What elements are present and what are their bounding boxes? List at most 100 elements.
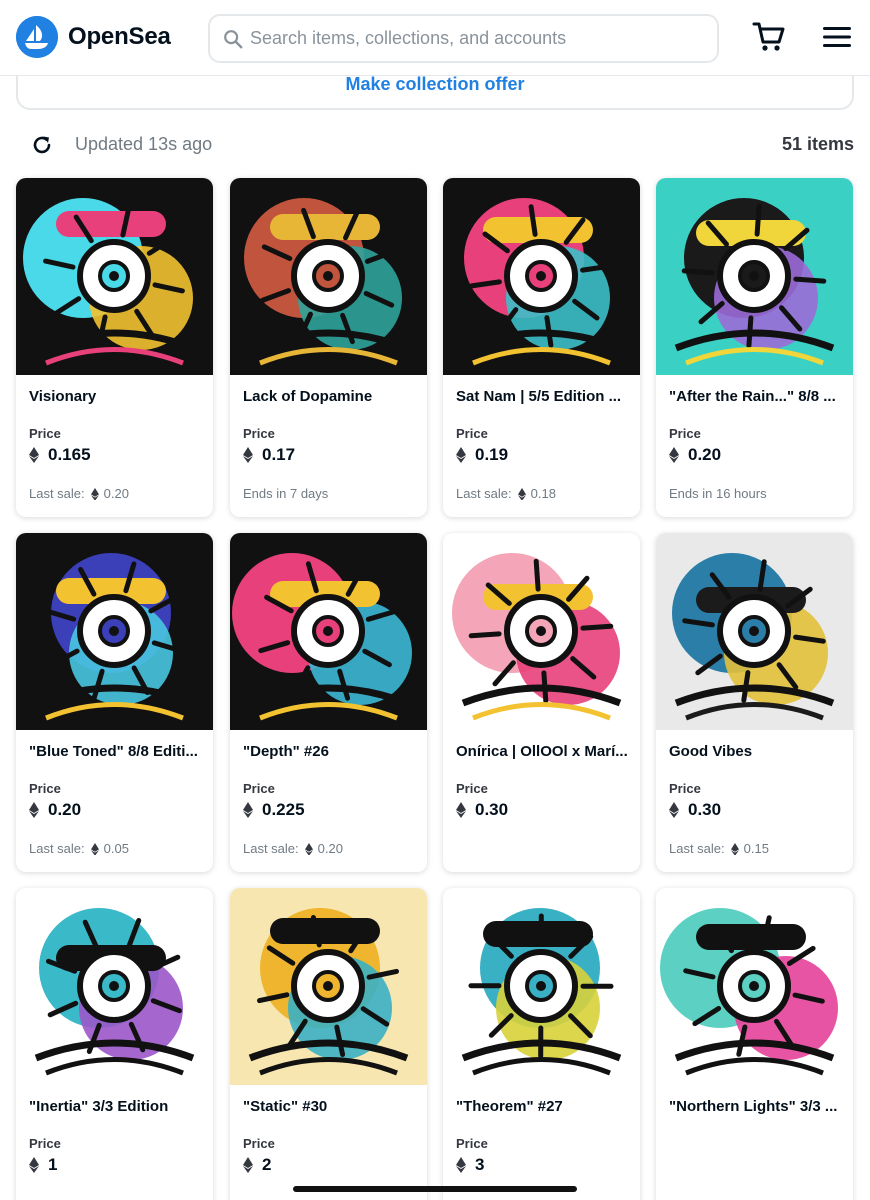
last-sale-value: 0.20	[317, 841, 343, 856]
top-header: OpenSea	[0, 0, 870, 76]
item-card[interactable]: Visionary Price 0.165 Last sale: 0.20	[16, 178, 213, 517]
item-name[interactable]: "Blue Toned" 8/8 Editi...	[29, 743, 204, 760]
price-label: Price	[29, 781, 61, 796]
nft-artwork-image[interactable]	[16, 533, 213, 730]
item-card[interactable]: Good Vibes Price 0.30 Last sale: 0.15	[656, 533, 853, 872]
nft-artwork-image[interactable]	[230, 888, 427, 1085]
item-card[interactable]: "Blue Toned" 8/8 Editi... Price 0.20 Last s…	[16, 533, 213, 872]
last-sale-value: 0.05	[103, 841, 129, 856]
ethereum-icon	[90, 487, 99, 501]
item-price: 0.19	[456, 445, 508, 465]
ethereum-icon	[29, 802, 39, 818]
item-card[interactable]: Sat Nam | 5/5 Edition ... Price 0.19 Last s…	[443, 178, 640, 517]
price-value: 0.20	[688, 445, 722, 464]
price-label: Price	[243, 1136, 275, 1151]
price-label: Price	[243, 426, 275, 441]
nft-artwork-image[interactable]	[443, 888, 640, 1085]
meta-text: Last sale:	[456, 486, 512, 501]
meta-text: Ends in 7 days	[243, 486, 329, 501]
nft-artwork-image[interactable]	[656, 178, 853, 375]
item-name[interactable]: Lack of Dopamine	[243, 388, 418, 405]
item-price: 0.30	[669, 800, 721, 820]
brand-name[interactable]: OpenSea	[68, 23, 171, 51]
search-input[interactable]	[250, 16, 710, 61]
item-name[interactable]: Sat Nam | 5/5 Edition ...	[456, 388, 631, 405]
item-meta: Last sale: 0.20	[29, 486, 129, 501]
item-count: 51 items	[781, 134, 854, 154]
item-name[interactable]: Visionary	[29, 388, 204, 405]
nft-artwork-image[interactable]	[656, 888, 853, 1085]
item-card[interactable]: "Theorem" #27 Price 3	[443, 888, 640, 1200]
price-label: Price	[456, 781, 488, 796]
meta-text: Last sale:	[243, 841, 299, 856]
refresh-icon[interactable]	[30, 133, 54, 157]
price-value: 0.30	[475, 800, 509, 819]
item-card[interactable]: "Inertia" 3/3 Edition Price 1	[16, 888, 213, 1200]
offer-button-label: Make collection offer	[345, 74, 525, 94]
nft-artwork-image[interactable]	[230, 533, 427, 730]
item-name[interactable]: Onírica | OllOOl x Marí...	[456, 743, 631, 760]
price-value: 0.20	[48, 800, 82, 819]
meta-text: Ends in 16 hours	[669, 486, 767, 501]
search-bar[interactable]	[208, 14, 719, 63]
nft-artwork-image[interactable]	[443, 178, 640, 375]
item-card[interactable]: Onírica | OllOOl x Marí... Price 0.30	[443, 533, 640, 872]
item-price: 1	[29, 1155, 57, 1175]
opensea-logo-icon[interactable]	[16, 16, 58, 58]
item-card[interactable]: "Static" #30 Price 2	[230, 888, 427, 1200]
item-name[interactable]: "Northern Lights" 3/3 ...	[669, 1098, 844, 1115]
item-card[interactable]: "Northern Lights" 3/3 ...	[656, 888, 853, 1200]
item-meta: Last sale: 0.05	[29, 841, 129, 856]
price-value: 2	[262, 1155, 272, 1174]
search-icon	[224, 30, 243, 49]
item-name[interactable]: "Inertia" 3/3 Edition	[29, 1098, 204, 1115]
price-label: Price	[29, 1136, 61, 1151]
item-price: 0.165	[29, 445, 91, 465]
item-price: 0.17	[243, 445, 295, 465]
ethereum-icon	[29, 447, 39, 463]
item-meta: Ends in 16 hours	[669, 486, 767, 501]
item-name[interactable]: "Theorem" #27	[456, 1098, 631, 1115]
nft-artwork-image[interactable]	[656, 533, 853, 730]
item-meta: Last sale: 0.20	[243, 841, 343, 856]
meta-text: Last sale:	[29, 486, 85, 501]
item-card[interactable]: "Depth" #26 Price 0.225 Last sale: 0.20	[230, 533, 427, 872]
item-meta: Ends in 7 days	[243, 486, 328, 501]
price-label: Price	[243, 781, 275, 796]
price-label: Price	[456, 1136, 488, 1151]
last-updated-text: Updated 13s ago	[75, 134, 213, 154]
ethereum-icon	[517, 487, 526, 501]
price-value: 0.17	[262, 445, 296, 464]
price-label: Price	[669, 781, 701, 796]
ethereum-icon	[243, 802, 253, 818]
item-name[interactable]: "After the Rain..." 8/8 ...	[669, 388, 844, 405]
nft-artwork-image[interactable]	[16, 888, 213, 1085]
ethereum-icon	[456, 1157, 466, 1173]
cart-icon[interactable]	[752, 20, 786, 54]
item-price: 2	[243, 1155, 271, 1175]
nft-artwork-image[interactable]	[443, 533, 640, 730]
ethereum-icon	[243, 447, 253, 463]
item-name[interactable]: "Static" #30	[243, 1098, 418, 1115]
price-label: Price	[456, 426, 488, 441]
price-value: 0.30	[688, 800, 722, 819]
price-value: 1	[48, 1155, 58, 1174]
menu-icon[interactable]	[820, 22, 854, 52]
nft-artwork-image[interactable]	[16, 178, 213, 375]
last-sale-value: 0.20	[103, 486, 129, 501]
ethereum-icon	[29, 1157, 39, 1173]
item-card[interactable]: "After the Rain..." 8/8 ... Price 0.20 Ends…	[656, 178, 853, 517]
item-name[interactable]: Good Vibes	[669, 743, 844, 760]
item-price: 0.20	[669, 445, 721, 465]
ethereum-icon	[90, 842, 99, 856]
nft-artwork-image[interactable]	[230, 178, 427, 375]
last-sale-value: 0.15	[743, 841, 769, 856]
item-card[interactable]: Lack of Dopamine Price 0.17 Ends in 7 days	[230, 178, 427, 517]
price-label: Price	[669, 426, 701, 441]
price-value: 0.225	[262, 800, 305, 819]
last-sale-value: 0.18	[530, 486, 556, 501]
item-meta: Last sale: 0.15	[669, 841, 769, 856]
meta-text: Last sale:	[29, 841, 85, 856]
item-name[interactable]: "Depth" #26	[243, 743, 418, 760]
ethereum-icon	[730, 842, 739, 856]
